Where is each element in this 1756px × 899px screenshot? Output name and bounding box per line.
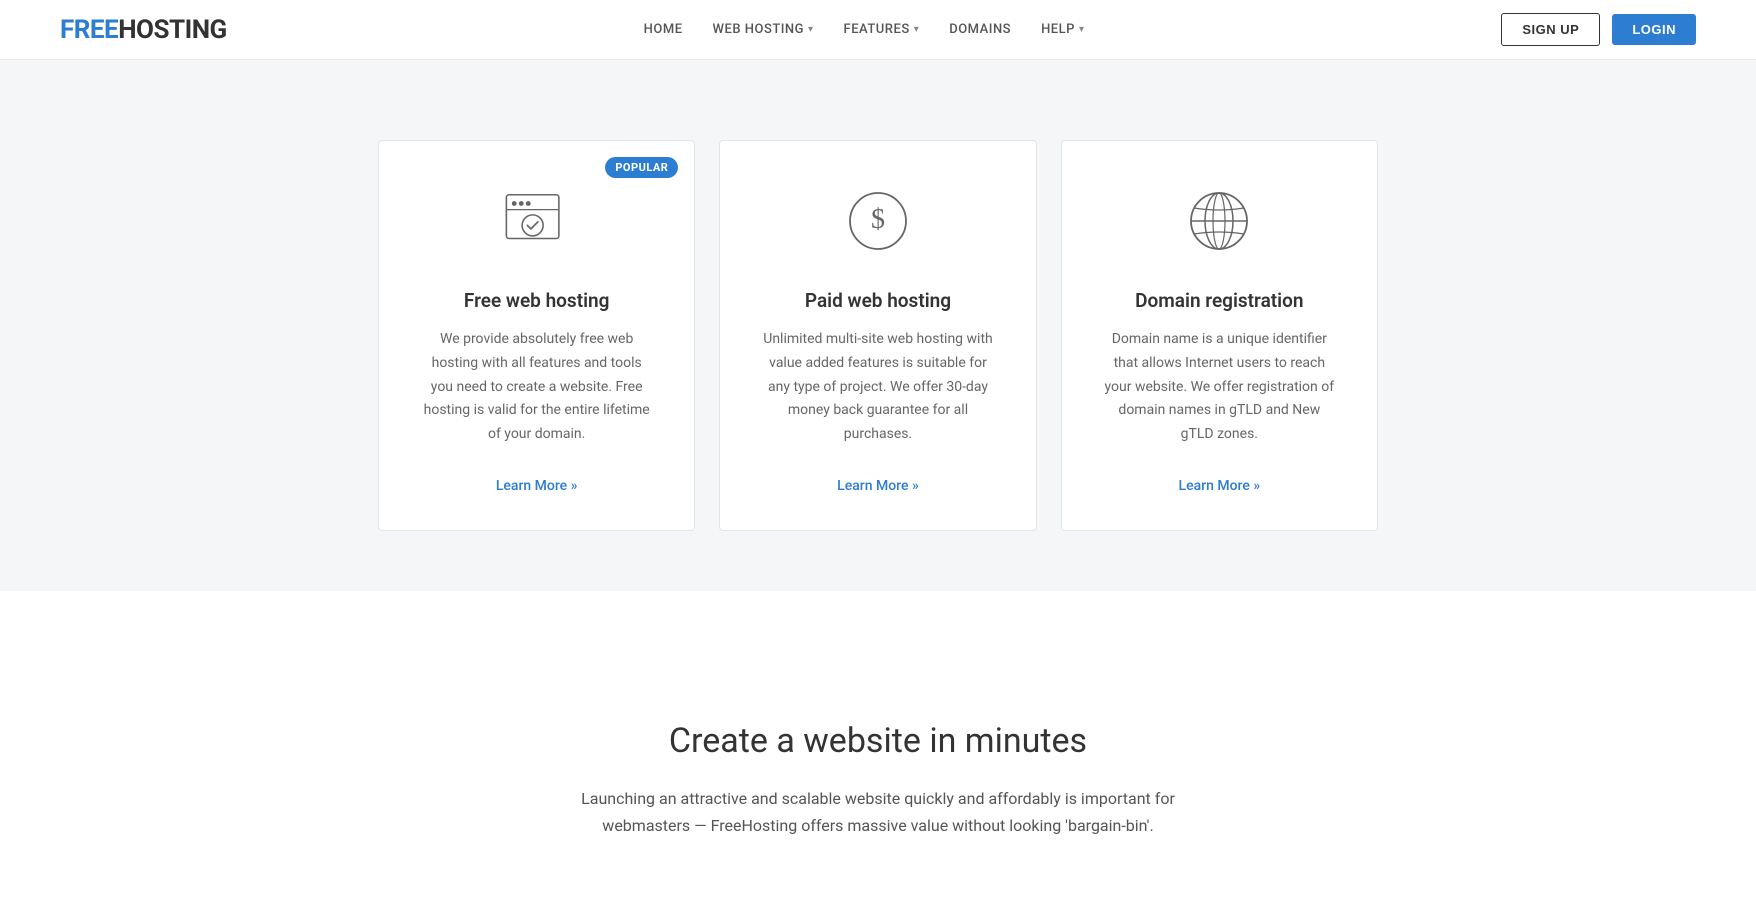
features-dropdown-icon: ▾ bbox=[914, 24, 920, 35]
globe-icon bbox=[1179, 181, 1259, 261]
login-button[interactable]: LOGIN bbox=[1612, 14, 1696, 45]
card-free-hosting: POPULAR F bbox=[378, 140, 695, 531]
cards-section: POPULAR F bbox=[0, 120, 1756, 591]
card-free-hosting-title: Free web hosting bbox=[419, 289, 654, 312]
card-free-hosting-desc: We provide absolutely free web hosting w… bbox=[419, 328, 654, 447]
nav-web-hosting[interactable]: WEB HOSTING ▾ bbox=[713, 22, 814, 37]
signup-button[interactable]: SIGN UP bbox=[1501, 13, 1600, 46]
nav-features[interactable]: FEATURES ▾ bbox=[844, 22, 920, 37]
card-paid-hosting-desc: Unlimited multi-site web hosting with va… bbox=[760, 328, 995, 447]
card-paid-hosting-title: Paid web hosting bbox=[760, 289, 995, 312]
web-hosting-dropdown-icon: ▾ bbox=[808, 24, 814, 35]
create-section: Create a website in minutes Launching an… bbox=[0, 651, 1756, 899]
nav-help[interactable]: HELP ▾ bbox=[1041, 22, 1084, 37]
section-divider bbox=[0, 591, 1756, 651]
site-header: FREEHOSTING HOME WEB HOSTING ▾ FEATURES … bbox=[0, 0, 1756, 60]
create-title: Create a website in minutes bbox=[60, 721, 1696, 761]
dollar-icon: $ bbox=[838, 181, 918, 261]
logo-hosting: HOSTING bbox=[118, 15, 227, 45]
nav-home[interactable]: HOME bbox=[644, 22, 683, 37]
card-domain-link[interactable]: Learn More » bbox=[1179, 478, 1261, 494]
svg-text:$: $ bbox=[871, 204, 885, 235]
card-domain-registration: Domain registration Domain name is a uni… bbox=[1061, 140, 1378, 531]
main-content: POPULAR F bbox=[0, 60, 1756, 899]
main-nav: HOME WEB HOSTING ▾ FEATURES ▾ DOMAINS HE… bbox=[644, 22, 1085, 37]
card-paid-hosting-link[interactable]: Learn More » bbox=[837, 478, 919, 494]
card-paid-hosting: $ Paid web hosting Unlimited multi-site … bbox=[719, 140, 1036, 531]
site-logo[interactable]: FREEHOSTING bbox=[60, 15, 227, 45]
browser-check-icon bbox=[497, 181, 577, 261]
nav-domains[interactable]: DOMAINS bbox=[949, 22, 1011, 37]
logo-free: FREE bbox=[60, 15, 118, 45]
card-free-hosting-link[interactable]: Learn More » bbox=[496, 478, 578, 494]
card-domain-title: Domain registration bbox=[1102, 289, 1337, 312]
card-domain-desc: Domain name is a unique identifier that … bbox=[1102, 328, 1337, 447]
help-dropdown-icon: ▾ bbox=[1079, 24, 1085, 35]
popular-badge: POPULAR bbox=[605, 157, 678, 178]
create-desc: Launching an attractive and scalable web… bbox=[558, 785, 1198, 839]
cards-grid: POPULAR F bbox=[378, 140, 1378, 531]
header-buttons: SIGN UP LOGIN bbox=[1501, 13, 1696, 46]
